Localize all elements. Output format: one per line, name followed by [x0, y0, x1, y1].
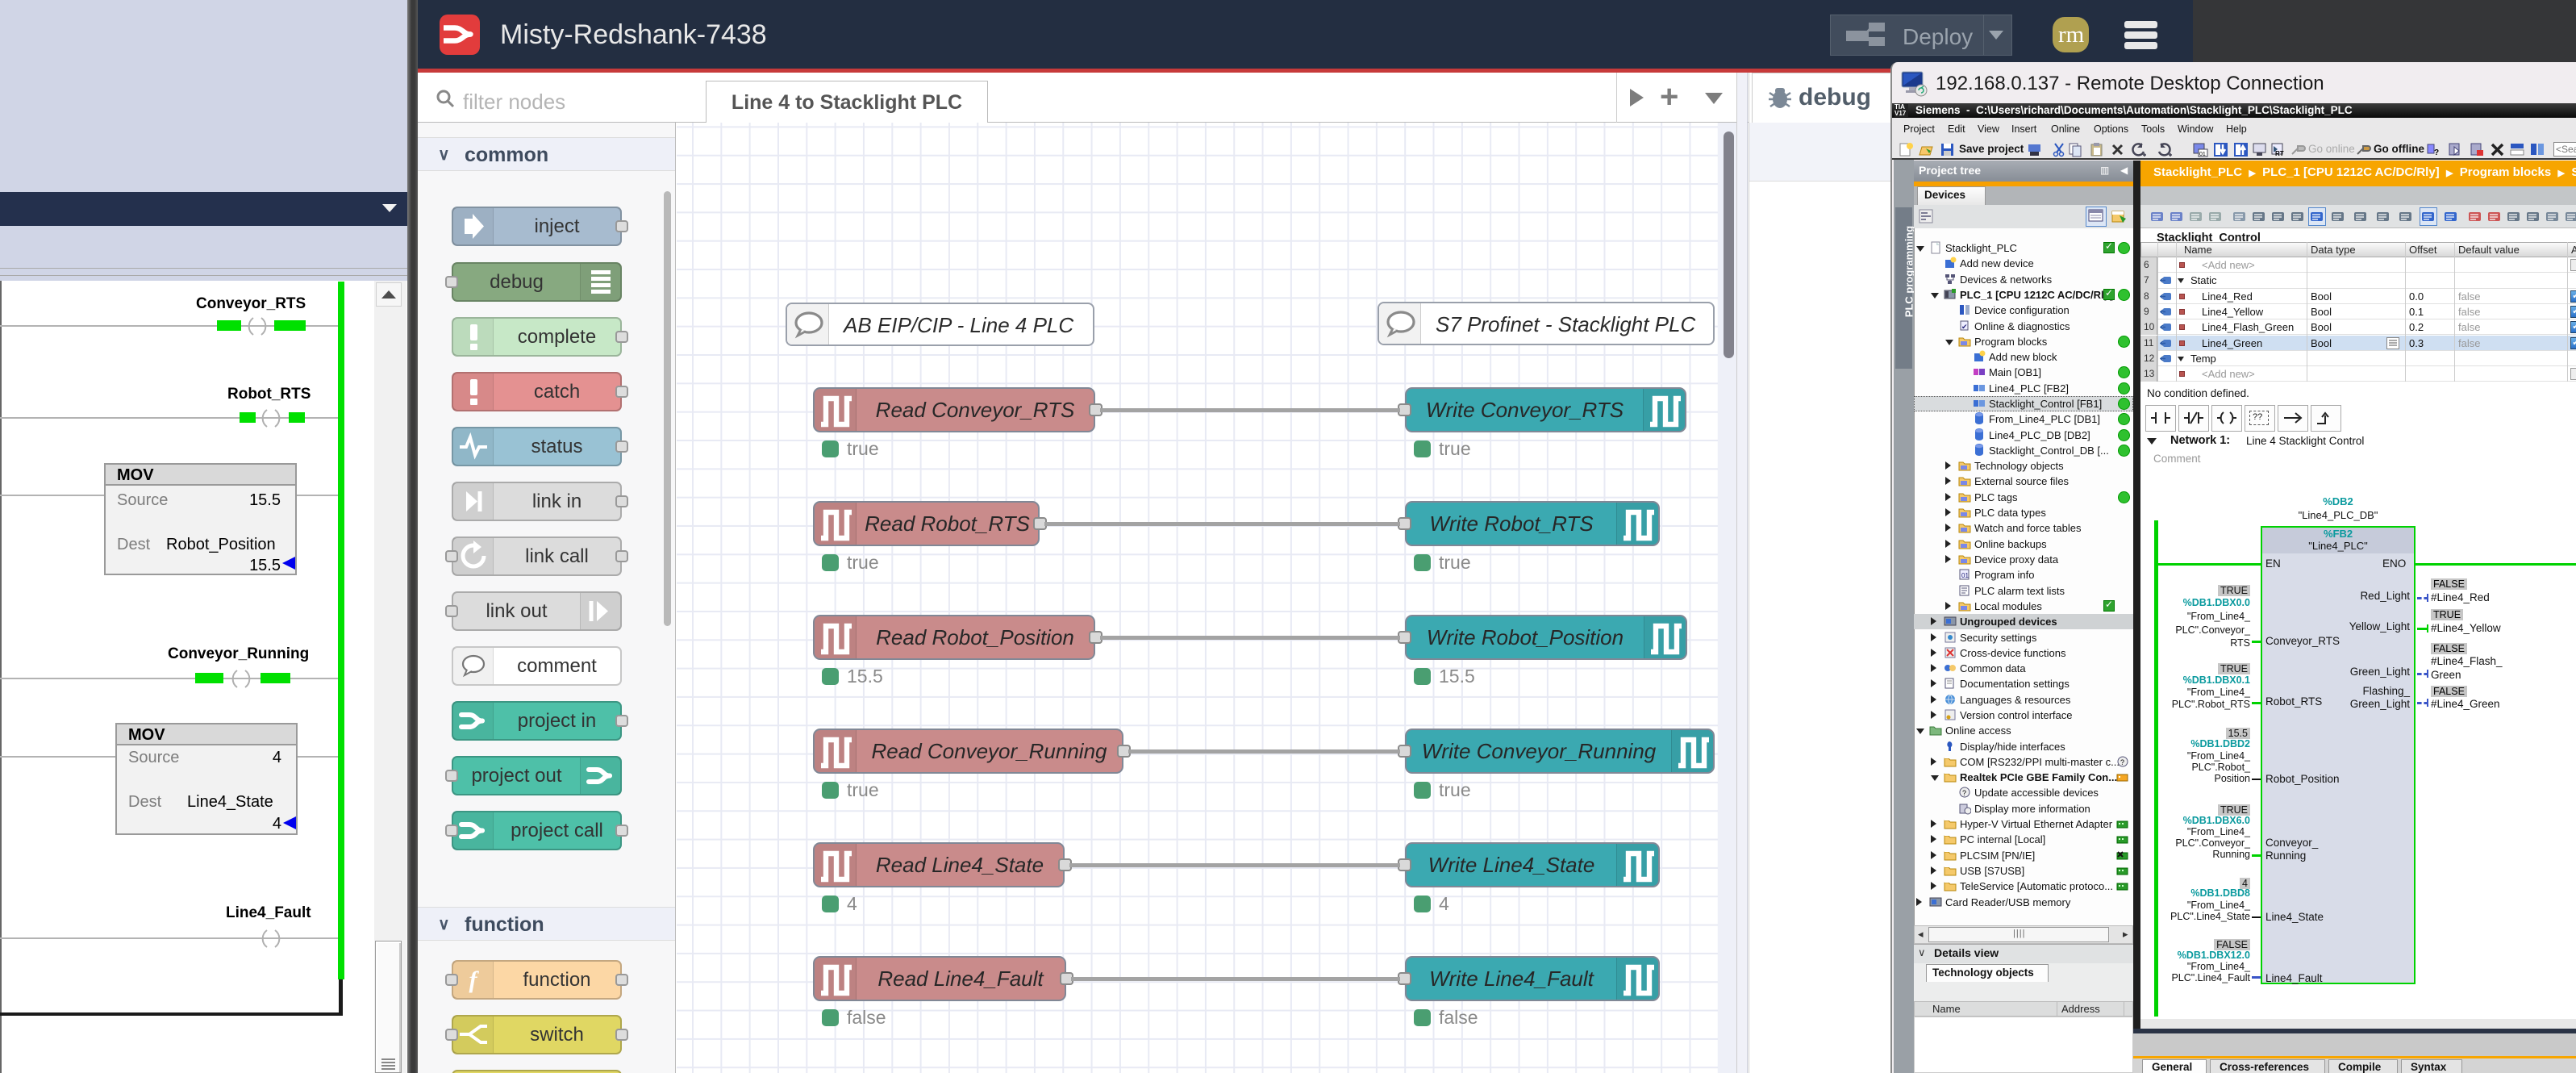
- svg-text:?: ?: [2434, 148, 2439, 157]
- svg-text:✔: ✔: [1961, 323, 1968, 331]
- svg-text:01: 01: [2199, 152, 2206, 157]
- svg-text:RT: RT: [2275, 150, 2284, 157]
- svg-text:?: ?: [2120, 758, 2124, 766]
- svg-text:01: 01: [1961, 572, 1969, 579]
- svg-text:?: ?: [1962, 789, 1966, 797]
